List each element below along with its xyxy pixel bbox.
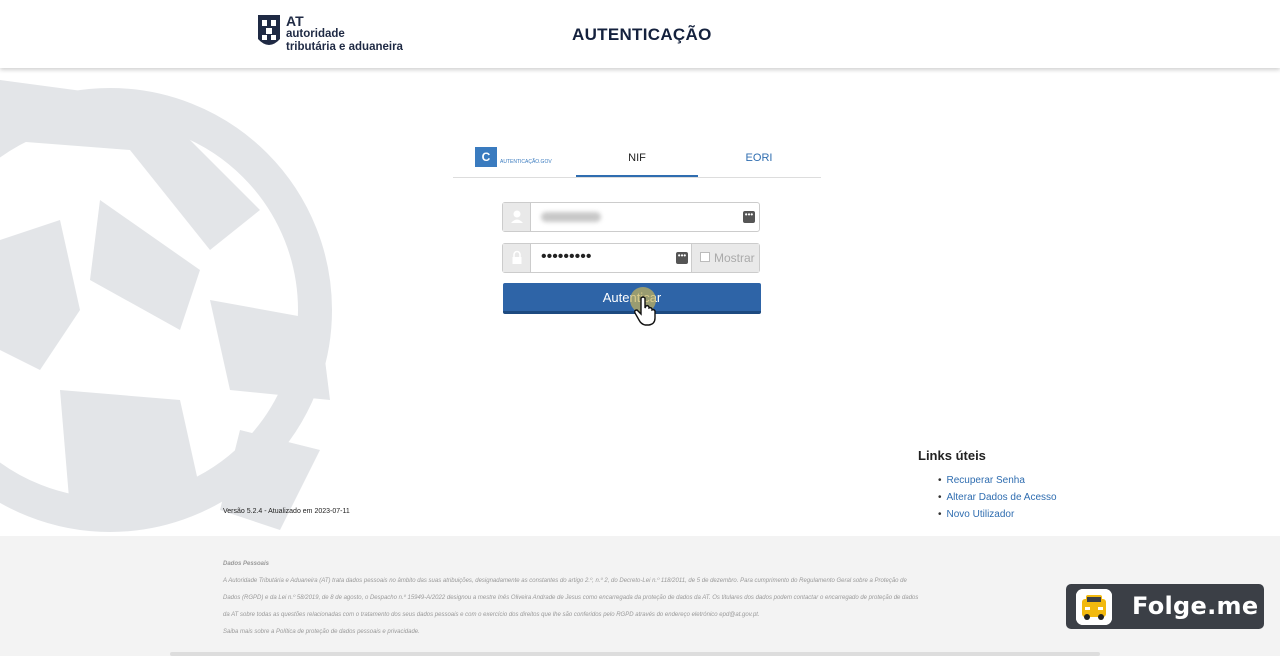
links-title: Links úteis xyxy=(918,448,986,463)
login-tabs: C AUTENTICAÇÃO.GOV NIF EORI xyxy=(453,140,821,178)
lock-addon xyxy=(503,244,531,272)
lock-icon xyxy=(512,250,522,264)
link-alterar-dados[interactable]: Alterar Dados de Acesso xyxy=(938,489,1057,506)
autenticacao-gov-logo: C AUTENTICAÇÃO.GOV xyxy=(475,147,555,169)
footer-line-2: Dados (RGPD) e da Lei n.º 58/2019, de 8 … xyxy=(223,595,919,601)
page-header: AT autoridade tributária e aduaneira AUT… xyxy=(0,0,1280,68)
autenticacao-gov-icon: C xyxy=(475,147,497,167)
nif-value-redacted xyxy=(541,212,601,222)
password-value: ••••••••• xyxy=(541,248,592,265)
links-list: Recuperar Senha Alterar Dados de Acesso … xyxy=(938,472,1057,523)
tab-nif[interactable]: NIF xyxy=(576,140,698,177)
footer-line-4: Saiba mais sobre a Política de proteção … xyxy=(223,629,420,635)
version-label: Versão 5.2.4 - Atualizado em 2023-07-11 xyxy=(223,508,350,515)
at-emblem-icon xyxy=(258,15,280,45)
tab-autenticacao-gov[interactable]: C AUTENTICAÇÃO.GOV xyxy=(453,140,575,177)
tab-eori[interactable]: EORI xyxy=(698,140,820,177)
nif-field[interactable]: ••• xyxy=(502,202,760,232)
show-password-label: Mostrar xyxy=(714,251,755,265)
watermark-emblem-icon xyxy=(0,80,332,532)
logo-line-2: tributária e aduaneira xyxy=(286,41,403,53)
footer-heading: Dados Pessoais xyxy=(223,561,270,567)
link-novo-utilizador[interactable]: Novo Utilizador xyxy=(938,506,1057,523)
footer-line-3: da AT sobre todas as questões relacionad… xyxy=(223,612,760,618)
user-addon xyxy=(503,203,531,231)
footer-line-1: A Autoridade Tributária e Aduaneira (AT)… xyxy=(223,578,907,584)
password-field[interactable]: ••••••••• ••• Mostrar xyxy=(502,243,760,273)
show-password-checkbox[interactable] xyxy=(700,252,710,262)
tab-autenticacao-gov-label: AUTENTICAÇÃO.GOV xyxy=(500,159,552,165)
at-logo[interactable]: AT autoridade tributária e aduaneira xyxy=(256,13,416,55)
link-recuperar-senha[interactable]: Recuperar Senha xyxy=(938,472,1057,489)
logo-at-label: AT xyxy=(286,13,304,29)
footer-scrollbar xyxy=(170,652,1100,656)
folge-logo-icon xyxy=(1076,589,1112,625)
user-icon xyxy=(511,210,523,223)
show-password-toggle[interactable]: Mostrar xyxy=(691,244,759,272)
hand-cursor-icon xyxy=(634,296,656,326)
page-title: AUTENTICAÇÃO xyxy=(572,25,712,44)
folge-badge[interactable]: Folge.me xyxy=(1066,584,1264,629)
logo-line-1: autoridade xyxy=(286,28,345,40)
password-manager-icon[interactable]: ••• xyxy=(676,252,688,264)
password-manager-icon[interactable]: ••• xyxy=(743,211,755,223)
folge-label: Folge.me xyxy=(1132,592,1259,620)
